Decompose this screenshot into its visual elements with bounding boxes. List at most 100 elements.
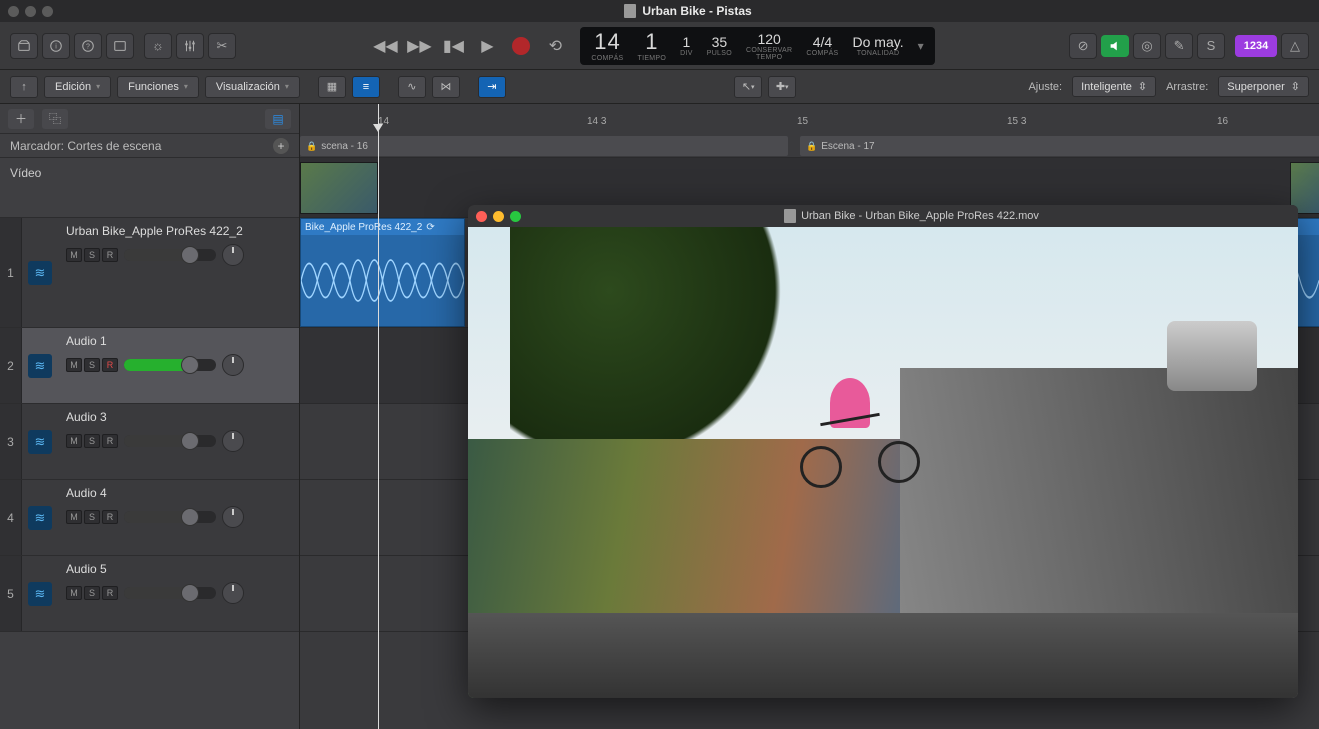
track-icon[interactable]: ≋ [22,556,58,631]
zoom-window-button[interactable] [42,6,53,17]
grid-view-button[interactable]: ▦ [318,76,346,98]
main-toolbar: i ? ☼ ✂ ◀◀ ▶▶ ▮◀ ▶ ⟲ 14COMPÁS 1TIEMPO 1D… [0,22,1319,70]
lcd-display[interactable]: 14COMPÁS 1TIEMPO 1DIV 35PULSO 120CONSERV… [580,27,934,65]
tuner-button[interactable]: ◎ [1133,33,1161,59]
pan-knob[interactable] [222,582,244,604]
duplicate-track-button[interactable]: ⿻ [42,109,68,129]
up-level-button[interactable]: ↑ [10,76,38,98]
mute-button[interactable]: M [66,510,82,524]
smart-controls-button[interactable]: ☼ [144,33,172,59]
track-icon[interactable]: ≋ [22,328,58,403]
audio-region[interactable]: Bike_Apple ProRes 422_2⟳ [300,218,465,327]
toolbar-button[interactable] [106,33,134,59]
edit-menu[interactable]: Edición▾ [44,76,111,98]
track-header-row[interactable]: 5≋Audio 5MSR [0,556,299,632]
cycle-button[interactable]: ⟲ [540,31,570,61]
library-button[interactable] [10,33,38,59]
inspector-button[interactable]: i [42,33,70,59]
low-latency-button[interactable]: ⊘ [1069,33,1097,59]
global-tracks-button[interactable]: ▤ [265,109,291,129]
volume-fader[interactable] [124,511,216,523]
functions-menu[interactable]: Funciones▾ [117,76,199,98]
solo-button[interactable]: S [84,586,100,600]
automation-button[interactable]: ∿ [398,76,426,98]
timeline-ruler[interactable]: 1414 31515 316 [300,104,1319,134]
track-name-label: Audio 5 [66,562,291,576]
solo-button[interactable]: S [84,358,100,372]
solo-button[interactable]: S [1197,33,1225,59]
master-volume-button[interactable] [1101,35,1129,57]
svg-text:i: i [55,43,57,50]
forward-button[interactable]: ▶▶ [404,31,434,61]
minimize-window-button[interactable] [493,211,504,222]
video-header-row[interactable]: Vídeo [0,158,299,218]
window-title: Urban Bike - Pistas [65,4,1311,18]
editors-button[interactable]: ✂ [208,33,236,59]
tracks-view-button[interactable]: ≡ [352,76,380,98]
track-icon[interactable]: ≋ [22,480,58,555]
marker-region[interactable]: 🔒Escena - 17 [800,136,1319,156]
mixer-button[interactable] [176,33,204,59]
preview-window-title: Urban Bike - Urban Bike_Apple ProRes 422… [533,209,1290,223]
add-marker-button[interactable]: + [273,138,289,154]
msr-buttons: MSR [66,248,118,262]
preview-titlebar[interactable]: Urban Bike - Urban Bike_Apple ProRes 422… [468,205,1298,227]
track-header-row[interactable]: 4≋Audio 4MSR [0,480,299,556]
quickhelp-button[interactable]: ? [74,33,102,59]
drag-dropdown[interactable]: Superponer⇳ [1218,76,1309,97]
rewind-button[interactable]: ◀◀ [370,31,400,61]
marker-lane[interactable]: 🔒scena - 16 🔒Escena - 17 [300,134,1319,158]
video-thumbnail[interactable] [300,162,378,214]
record-enable-button[interactable]: R [102,248,118,262]
close-window-button[interactable] [8,6,19,17]
marker-region[interactable]: 🔒scena - 16 [300,136,788,156]
volume-fader[interactable] [124,435,216,447]
play-button[interactable]: ▶ [472,31,502,61]
stop-button[interactable]: ▮◀ [438,31,468,61]
solo-button[interactable]: S [84,248,100,262]
marker-header-row[interactable]: Marcador: Cortes de escena + [0,134,299,158]
record-enable-button[interactable]: R [102,358,118,372]
mute-button[interactable]: M [66,248,82,262]
pan-knob[interactable] [222,430,244,452]
pan-knob[interactable] [222,244,244,266]
pan-knob[interactable] [222,506,244,528]
track-header-row[interactable]: 2≋Audio 1MSR [0,328,299,404]
track-icon[interactable]: ≋ [22,404,58,479]
record-enable-button[interactable]: R [102,510,118,524]
solo-button[interactable]: S [84,510,100,524]
record-button[interactable] [506,31,536,61]
mute-button[interactable]: M [66,434,82,448]
zoom-window-button[interactable] [510,211,521,222]
pan-knob[interactable] [222,354,244,376]
mute-button[interactable]: M [66,586,82,600]
snap-label: Ajuste: [1024,81,1066,93]
track-header-row[interactable]: 3≋Audio 3MSR [0,404,299,480]
count-button[interactable]: △ [1281,33,1309,59]
track-icon[interactable]: ≋ [22,218,58,327]
volume-fader[interactable] [124,249,216,261]
catch-playhead-button[interactable]: ⇥ [478,76,506,98]
record-enable-button[interactable]: R [102,586,118,600]
close-window-button[interactable] [476,211,487,222]
record-enable-button[interactable]: R [102,434,118,448]
bike-rider-graphic [800,378,920,488]
minimize-window-button[interactable] [25,6,36,17]
alt-tool[interactable]: ✚▾ [768,76,796,98]
marker-header-label: Marcador: Cortes de escena [10,139,161,153]
metronome-button[interactable]: 1234 [1235,35,1277,57]
flex-button[interactable]: ⋈ [432,76,460,98]
mute-button[interactable]: M [66,358,82,372]
snap-dropdown[interactable]: Inteligente⇳ [1072,76,1156,97]
transport-controls: ◀◀ ▶▶ ▮◀ ▶ ⟲ [370,31,570,61]
add-track-button[interactable]: ＋ [8,109,34,129]
solo-button[interactable]: S [84,434,100,448]
video-preview-window[interactable]: Urban Bike - Urban Bike_Apple ProRes 422… [468,205,1298,698]
count-in-button[interactable]: ✎ [1165,33,1193,59]
pointer-tool[interactable]: ↖▾ [734,76,762,98]
volume-fader[interactable] [124,587,216,599]
view-menu[interactable]: Visualización▾ [205,76,300,98]
playhead[interactable] [378,104,379,729]
track-header-row[interactable]: 1≋Urban Bike_Apple ProRes 422_2MSR [0,218,299,328]
volume-fader[interactable] [124,359,216,371]
